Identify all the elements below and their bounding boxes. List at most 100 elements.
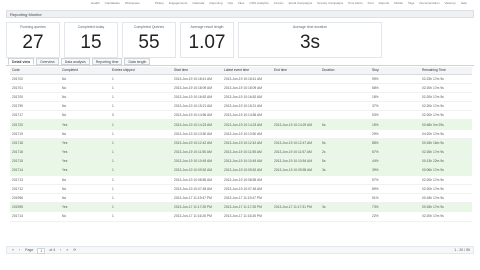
table-cell: [320, 211, 370, 222]
table-cell: 2013-Jun-19 10:14:56 AM: [222, 110, 272, 121]
table-row[interactable]: 201702 No 1 2013-Jun-19 10:18:41 AM 2013-Jun…: [10, 74, 472, 84]
table-cell: 00:48h 0m 29s: [420, 119, 472, 130]
table-cell: 5s: [320, 138, 370, 149]
top-nav-item[interactable]: Ad Hoc: [273, 1, 285, 5]
top-nav-item[interactable]: [149, 1, 151, 5]
table-cell: 201996: [10, 193, 60, 204]
table-cell: 1: [110, 184, 172, 194]
table-cell: 1: [110, 138, 172, 149]
table-cell: 1: [110, 119, 172, 130]
table-row[interactable]: 201700 No 1 2013-Jun-19 10:16:52 AM 2013-Jun…: [10, 92, 472, 103]
table-row[interactable]: 201718 Yes 1 2013-Jun-19 10:12:42 AM 2013-Ju…: [10, 138, 472, 149]
table-cell: 201720: [10, 119, 60, 130]
table-cell: 2013-Jun-19 10:15:21 AM: [172, 101, 222, 112]
table-cell: Yes: [60, 119, 110, 130]
last-page-icon[interactable]: »: [65, 248, 69, 254]
tab-detail-view[interactable]: Detail view: [8, 58, 35, 65]
top-nav-item[interactable]: Workspace: [124, 1, 141, 5]
view-tabs: Detail view Overview Data analysis Repor…: [8, 58, 151, 65]
top-nav-item[interactable]: Help: [460, 1, 468, 5]
top-nav-item[interactable]: Tags: [407, 1, 415, 5]
top-nav-item[interactable]: Candidates: [104, 1, 121, 5]
column-header-code[interactable]: Code: [10, 67, 60, 75]
top-nav-item[interactable]: Pickup: [154, 1, 165, 5]
table-cell: 00:18h 17m 9s: [420, 202, 472, 213]
column-header-stop[interactable]: Stop: [370, 67, 420, 75]
table-cell: 2013-Jun-19 10:08:55 AM: [172, 175, 222, 185]
top-nav-item[interactable]: Mobile: [393, 1, 404, 5]
top-nav-item[interactable]: Reports: [378, 1, 391, 5]
prev-page-icon[interactable]: ‹: [18, 248, 21, 254]
column-header-duration[interactable]: Duration: [320, 67, 370, 75]
table-cell: [272, 83, 320, 93]
next-page-icon[interactable]: ›: [59, 248, 62, 254]
table-cell: 201702: [10, 74, 60, 84]
table-cell: 39%: [370, 165, 420, 176]
window-titlebar: Reporting Monitor: [6, 10, 474, 18]
column-header-entries[interactable]: Entries shipped: [110, 67, 172, 75]
top-nav-item[interactable]: Engagements: [168, 1, 189, 5]
table-cell: 2013-Jun-19 10:10:49 AM: [172, 156, 222, 167]
tab-data-length[interactable]: Data length: [124, 58, 151, 65]
table-cell: 2013-Jun-19 10:10:54 AM: [272, 156, 320, 167]
table-cell: [272, 211, 320, 222]
top-nav-item[interactable]: Files: [237, 1, 245, 5]
table-row[interactable]: 201714 No 1 2013-Jun-17 11:16:26 PM 2013-Jun…: [10, 211, 472, 222]
table-cell: 04:20h 17m 9s: [420, 129, 472, 139]
table-row[interactable]: 201717 No 0 2013-Jun-19 10:14:56 AM 2013-Jun…: [10, 110, 472, 121]
table-cell: [320, 184, 370, 194]
column-header-end-time[interactable]: End time: [272, 67, 320, 75]
table-cell: 1: [110, 211, 172, 222]
top-nav-item[interactable]: Grossly Campaigns: [316, 1, 344, 5]
table-row[interactable]: 201712 No 1 2013-Jun-19 10:07:45 AM 2013-Jun…: [10, 184, 472, 194]
table-row[interactable]: 201714 Yes 1 2013-Jun-19 10:09:52 AM 2013-Ju…: [10, 165, 472, 176]
card-value: 1.07: [188, 32, 226, 53]
table-cell: 1: [110, 83, 172, 93]
table-row[interactable]: 201720 Yes 1 2013-Jun-19 10:14:23 AM 2013-Ju…: [10, 119, 472, 130]
column-header-latest-event[interactable]: Latest event time: [222, 67, 272, 75]
table-cell: 2013-Jun-17 11:19:47 PM: [222, 193, 272, 204]
table-cell: 201700: [10, 92, 60, 103]
refresh-icon[interactable]: ⟳: [72, 248, 77, 254]
table-cell: 02:20h 17m 9s: [420, 92, 472, 103]
table-cell: 2013-Jun-19 10:18:41 AM: [222, 74, 272, 84]
top-nav-item[interactable]: Ops: [227, 1, 235, 5]
column-header-start-time[interactable]: Start time: [172, 67, 222, 75]
card-value: 55: [138, 32, 160, 53]
top-nav-item[interactable]: CMS Analytics: [248, 1, 269, 5]
page-number-input[interactable]: 1: [37, 248, 46, 254]
table-cell: 02:20h 17m 9s: [420, 211, 472, 222]
table-row[interactable]: 201701 No 1 2013-Jun-19 10:18:09 AM 2013-Jun…: [10, 83, 472, 93]
table-cell: 1: [110, 101, 172, 112]
table-row[interactable]: 201713 No 1 2013-Jun-19 10:08:55 AM 2013-Jun…: [10, 175, 472, 185]
card-completed-today: Completed today 15: [64, 22, 118, 58]
top-nav-item[interactable]: Documentation: [418, 1, 440, 5]
top-nav-item[interactable]: Vacancy: [444, 1, 457, 5]
top-nav-item[interactable]: [144, 1, 146, 5]
table-row[interactable]: 201995 Yes 1 2013-Jun-17 11:17:28 PM 2013-Ju…: [10, 202, 472, 213]
table-cell: 201799: [10, 101, 60, 112]
table-cell: 1: [110, 202, 172, 213]
table-row[interactable]: 201799 No 1 2013-Jun-19 10:15:21 AM 2013-Jun…: [10, 101, 472, 112]
column-header-remaining-time[interactable]: Remaining Time: [420, 67, 472, 75]
table-row[interactable]: 201716 Yes 1 2013-Jun-19 10:11:55 AM 2013-Ju…: [10, 147, 472, 158]
tab-data-analysis[interactable]: Data analysis: [60, 58, 90, 65]
table-cell: 2013-Jun-19 10:16:52 AM: [222, 92, 272, 103]
top-nav-item[interactable]: Pool Alerts: [347, 1, 363, 5]
top-nav-item[interactable]: Reporting: [209, 1, 224, 5]
table-row[interactable]: 201996 No 1 2013-Jun-17 11:19:47 PM 2013-Jun…: [10, 193, 472, 204]
top-nav-item[interactable]: Email Campaigns: [288, 1, 314, 5]
top-nav-item[interactable]: Pool: [367, 1, 375, 5]
tab-reporting-time[interactable]: Reporting time: [91, 58, 123, 65]
table-cell: No: [60, 74, 110, 84]
column-header-completed[interactable]: Completed: [60, 67, 110, 75]
first-page-icon[interactable]: «: [11, 248, 15, 254]
table-row[interactable]: 201715 Yes 1 2013-Jun-19 10:10:49 AM 2013-Ju…: [10, 156, 472, 167]
tab-overview[interactable]: Overview: [36, 58, 59, 65]
card-label: Completed Queries: [133, 25, 165, 29]
top-nav-item[interactable]: Health: [90, 1, 101, 5]
pagination: « ‹ Page 1 of 4 › » ⟳: [11, 248, 77, 254]
table-cell: 2013-Jun-19 10:18:09 AM: [222, 83, 272, 93]
table-row[interactable]: 201719 No 1 2013-Jun-19 10:13:50 AM 2013-Jun…: [10, 129, 472, 139]
top-nav-item[interactable]: Calendar: [191, 1, 205, 5]
